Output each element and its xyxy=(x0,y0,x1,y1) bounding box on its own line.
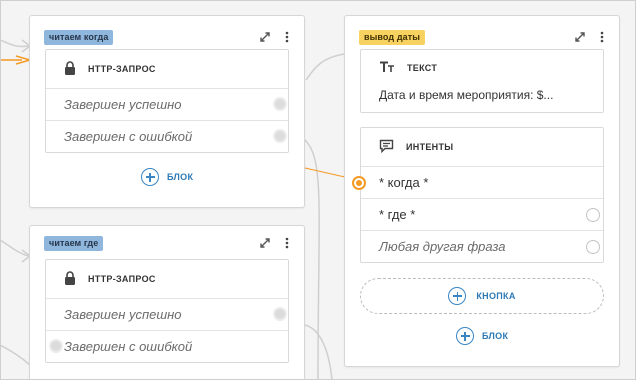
add-block-label: БЛОК xyxy=(167,172,194,182)
add-button-button[interactable]: КНОПКА xyxy=(360,278,604,314)
card-tag: читаем когда xyxy=(44,30,114,45)
connector-dot[interactable] xyxy=(273,97,287,111)
expand-icon[interactable] xyxy=(258,236,272,250)
intents-block[interactable]: ИНТЕНТЫ * когда * * где * Любая другая ф… xyxy=(352,127,604,263)
connector-dot[interactable] xyxy=(273,307,287,321)
block-label: HTTP-ЗАПРОС xyxy=(88,64,156,74)
card-read-when[interactable]: читаем когда HTTP-ЗАПРОС Завершен успешн… xyxy=(29,15,305,208)
card-actions xyxy=(258,235,294,251)
intent-label: * где * xyxy=(379,207,416,222)
block-label: HTTP-ЗАПРОС xyxy=(88,274,156,284)
connector-dot[interactable] xyxy=(586,240,600,254)
plus-circle-icon xyxy=(456,327,474,345)
expand-icon[interactable] xyxy=(258,30,272,44)
lock-icon xyxy=(64,271,76,287)
card-output-date[interactable]: вывод даты ТЕКСТ Дата и время мероприяти… xyxy=(344,15,620,367)
expand-icon[interactable] xyxy=(573,30,587,44)
text-content: Дата и время мероприятия: $... xyxy=(379,88,554,102)
connector-dot[interactable] xyxy=(49,339,63,353)
lock-icon xyxy=(64,61,76,77)
result-row-success[interactable]: Завершен успешно xyxy=(46,298,288,330)
connected-dot[interactable] xyxy=(352,176,366,190)
http-request-block[interactable]: HTTP-ЗАПРОС Завершен успешно Завершен с … xyxy=(45,259,289,363)
intent-row-where[interactable]: * где * xyxy=(361,198,603,230)
card-actions xyxy=(573,29,609,45)
block-header: ИНТЕНТЫ xyxy=(361,128,603,166)
card-header: читаем когда xyxy=(30,16,304,48)
result-row-error[interactable]: Завершен с ошибкой xyxy=(46,330,288,362)
connector-dot[interactable] xyxy=(586,208,600,222)
block-label: ТЕКСТ xyxy=(407,63,438,73)
plus-circle-icon xyxy=(448,287,467,305)
card-actions xyxy=(258,29,294,45)
plus-circle-icon xyxy=(141,168,159,186)
block-header: HTTP-ЗАПРОС xyxy=(46,50,288,88)
block-header: HTTP-ЗАПРОС xyxy=(46,260,288,298)
card-header: вывод даты xyxy=(345,16,619,48)
block-header: ТЕКСТ xyxy=(361,50,603,86)
card-tag: читаем где xyxy=(44,236,104,251)
row-label: Завершен успешно xyxy=(64,97,182,112)
intent-label: Любая другая фраза xyxy=(379,239,506,254)
intent-row-when[interactable]: * когда * xyxy=(352,166,603,198)
more-vertical-icon[interactable] xyxy=(280,30,294,44)
connector-dot[interactable] xyxy=(273,129,287,143)
intent-row-any[interactable]: Любая другая фраза xyxy=(361,230,603,262)
text-block[interactable]: ТЕКСТ Дата и время мероприятия: $... xyxy=(360,49,604,113)
block-label: ИНТЕНТЫ xyxy=(406,142,454,152)
more-vertical-icon[interactable] xyxy=(280,236,294,250)
card-read-where[interactable]: читаем где HTTP-ЗАПРОС Завершен успешно … xyxy=(29,225,305,380)
row-label: Завершен с ошибкой xyxy=(64,339,193,354)
card-tag: вывод даты xyxy=(359,30,426,45)
add-block-link[interactable]: БЛОК xyxy=(141,168,193,186)
row-label: Завершен с ошибкой xyxy=(64,129,193,144)
intent-label: * когда * xyxy=(379,175,429,190)
row-label: Завершен успешно xyxy=(64,307,182,322)
add-button-label: КНОПКА xyxy=(476,291,516,301)
more-vertical-icon[interactable] xyxy=(595,30,609,44)
add-block-label: БЛОК xyxy=(482,331,509,341)
result-row-success[interactable]: Завершен успешно xyxy=(46,88,288,120)
chat-intents-icon xyxy=(379,139,394,155)
card-header: читаем где xyxy=(30,226,304,258)
add-block-link[interactable]: БЛОК xyxy=(456,327,508,345)
result-row-error[interactable]: Завершен с ошибкой xyxy=(46,120,288,152)
http-request-block[interactable]: HTTP-ЗАПРОС Завершен успешно Завершен с … xyxy=(45,49,289,153)
text-type-icon xyxy=(379,61,395,75)
